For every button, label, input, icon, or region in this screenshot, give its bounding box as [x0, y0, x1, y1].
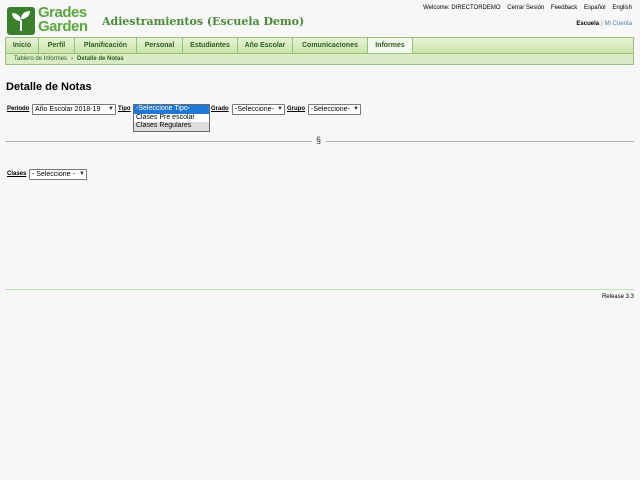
chevron-down-icon: ▼ [277, 106, 283, 112]
feedback-link[interactable]: Feedback [551, 5, 577, 11]
main-nav: Inicio Perfil Planificación Personal Est… [5, 37, 634, 54]
section-symbol: § [316, 135, 322, 145]
tab-perfil[interactable]: Perfil [39, 38, 75, 53]
tab-comunicaciones[interactable]: Comunicaciones [293, 38, 368, 53]
periodo-label: Periodo [7, 106, 30, 112]
logout-link[interactable]: Cerrar Sesión [507, 5, 544, 11]
page-title: Detalle de Notas [6, 81, 92, 93]
footer-divider [5, 289, 634, 290]
grupo-select[interactable]: -Seleccione- ▼ [308, 104, 361, 115]
welcome-text: Welcome: DIRECTORDEMO [423, 5, 501, 11]
sprout-icon [7, 7, 35, 35]
breadcrumb-parent[interactable]: Tablero de Informes [14, 56, 67, 62]
lang-en-link[interactable]: English [612, 5, 632, 11]
tab-informes[interactable]: Informes [368, 38, 413, 53]
breadcrumb: Tablero de Informes › Detalle de Notas [5, 54, 634, 65]
periodo-select[interactable]: Año Escolar 2018-19 ▼ [32, 104, 116, 115]
logo-wordmark: Grades Garden [38, 4, 88, 35]
divider [5, 141, 312, 142]
clases-label: Clases [7, 171, 27, 177]
release-version: Release 3.3 [601, 294, 634, 300]
breadcrumb-current: Detalle de Notas [77, 56, 124, 62]
my-account-link[interactable]: Mi Cuenta [605, 21, 632, 27]
chevron-down-icon: ▼ [79, 171, 85, 177]
tab-planificacion[interactable]: Planificación [75, 38, 137, 53]
lang-es-link[interactable]: Español [584, 5, 606, 11]
app-title: Adiestramientos (Escuela Demo) [102, 15, 305, 28]
account-links: Escuela | Mi Cuenta [576, 21, 632, 27]
breadcrumb-separator: › [71, 56, 74, 62]
tab-inicio[interactable]: Inicio [6, 38, 39, 53]
tab-personal[interactable]: Personal [137, 38, 183, 53]
tab-estudiantes[interactable]: Estudiantes [183, 38, 238, 53]
tipo-label: Tipo [118, 106, 131, 112]
grado-label: Grado [211, 106, 229, 112]
school-link[interactable]: Escuela [576, 21, 599, 27]
periodo-select-value: Año Escolar 2018-19 [35, 106, 101, 113]
grades-garden-logo[interactable]: Grades Garden [7, 4, 93, 35]
tipo-option[interactable]: Clases Pre escolar [134, 114, 209, 123]
tipo-option[interactable]: Clases Regulares [134, 122, 209, 131]
grupo-select-value: -Seleccione- [311, 106, 350, 113]
chevron-down-icon: ▼ [108, 106, 114, 112]
separator: | [601, 21, 603, 27]
clases-select[interactable]: - Seleccione - ▼ [29, 169, 87, 180]
grado-select-value: -Seleccione- [235, 106, 274, 113]
divider [326, 141, 634, 142]
clases-select-value: - Seleccione - [32, 171, 75, 178]
top-links: Welcome: DIRECTORDEMO Cerrar Sesión Feed… [418, 5, 632, 11]
grado-select[interactable]: -Seleccione- ▼ [232, 104, 285, 115]
tipo-option[interactable]: -Seleccione Tipo- [134, 105, 209, 114]
chevron-down-icon: ▼ [353, 106, 359, 112]
grupo-label: Grupo [287, 106, 305, 112]
tab-ano-escolar[interactable]: Año Escolar [238, 38, 293, 53]
tipo-dropdown-list[interactable]: -Seleccione Tipo- Clases Pre escolar Cla… [133, 104, 210, 132]
